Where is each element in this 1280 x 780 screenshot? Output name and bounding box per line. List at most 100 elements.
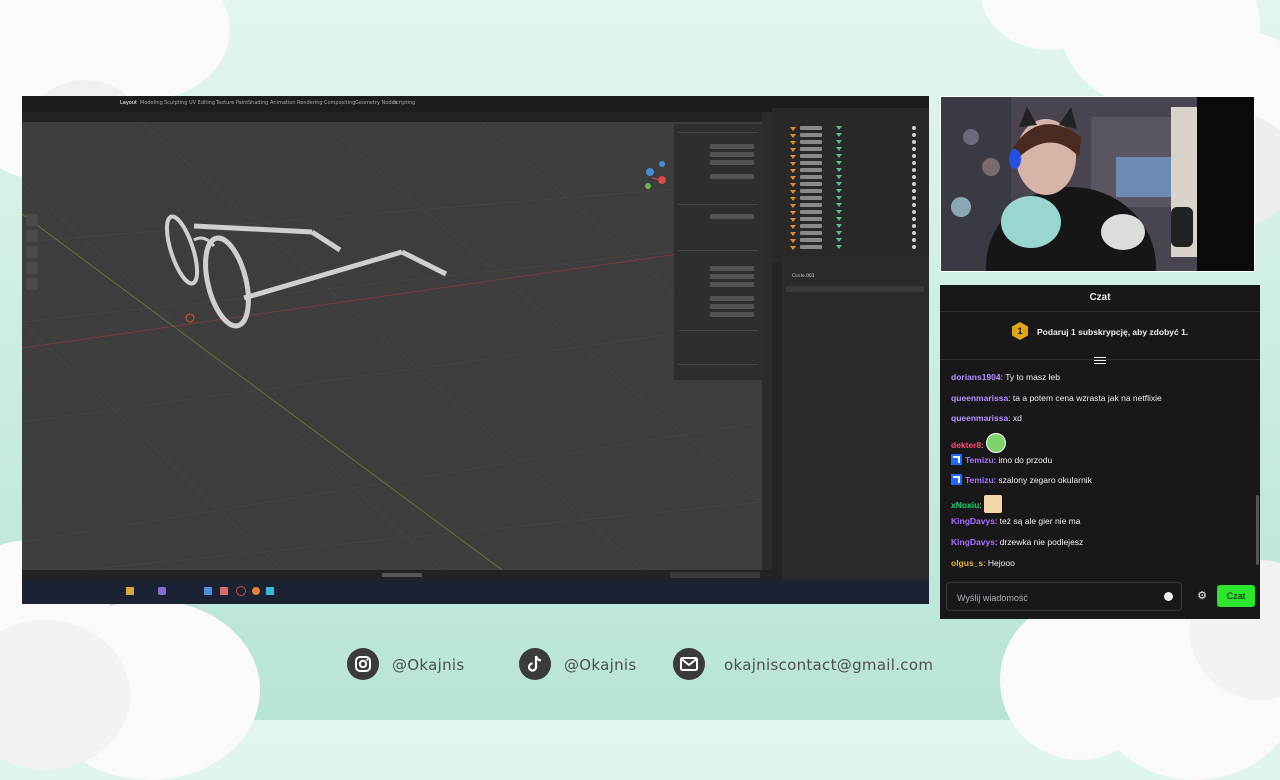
- outliner-row[interactable]: [782, 231, 922, 237]
- add-modifier-button[interactable]: [786, 286, 924, 292]
- chat-text: drzewka nie podlejesz: [999, 537, 1084, 547]
- send-chat-button[interactable]: Czat: [1217, 585, 1255, 607]
- gift-badge-icon: 1: [1012, 322, 1028, 340]
- eye-icon: [912, 133, 916, 137]
- eye-icon: [912, 203, 916, 207]
- outliner-row[interactable]: [782, 140, 922, 146]
- chat-message: queenmarissa: ta a potem cena wzrasta ja…: [951, 393, 1162, 403]
- eye-icon: [912, 154, 916, 158]
- 3d-viewport[interactable]: [22, 121, 763, 571]
- outliner-row[interactable]: [782, 189, 922, 195]
- eye-icon: [912, 168, 916, 172]
- chat-text: imo do przodu: [998, 455, 1053, 465]
- mail-icon: [673, 648, 705, 680]
- outliner-row[interactable]: [782, 168, 922, 174]
- tab-texture-paint[interactable]: Texture Paint: [216, 100, 248, 106]
- chat-message: Temizu: imo do przodu: [951, 454, 1052, 466]
- scale-tool-icon[interactable]: [26, 278, 38, 290]
- outliner-row[interactable]: [782, 161, 922, 167]
- tab-geometry-nodes[interactable]: Geometry Nodes: [355, 100, 397, 106]
- tab-scripting[interactable]: Scripting: [393, 100, 415, 106]
- emote-picker-icon[interactable]: [1164, 592, 1173, 601]
- chat-username[interactable]: dorians1904: [951, 372, 1001, 382]
- folder-icon[interactable]: [126, 587, 134, 595]
- chat-username[interactable]: Temizu: [965, 475, 994, 485]
- chat-message: KingDavys: też są ale gier nie ma: [951, 516, 1081, 526]
- app-icon[interactable]: [220, 587, 228, 595]
- outliner-row[interactable]: [782, 182, 922, 188]
- select-tool-icon[interactable]: [26, 214, 38, 226]
- email-address: okajniscontact@gmail.com: [724, 656, 934, 674]
- tab-modeling[interactable]: Modeling: [140, 100, 163, 106]
- outliner-panel: [772, 108, 929, 258]
- app-icon[interactable]: [236, 586, 246, 596]
- tiktok-icon: [519, 648, 551, 680]
- outliner-row[interactable]: [782, 203, 922, 209]
- chat-message: queenmarissa: xd: [951, 413, 1022, 423]
- chat-username[interactable]: KingDavys: [951, 516, 995, 526]
- chat-username[interactable]: dekter8: [951, 440, 981, 450]
- chat-message: olgus_s: Hejooo: [951, 558, 1015, 568]
- cursor-tool-icon[interactable]: [26, 230, 38, 242]
- eye-icon: [912, 147, 916, 151]
- chat-username[interactable]: queenmarissa: [951, 413, 1008, 423]
- chat-text: ta a potem cena wzrasta jak na netflixie: [1012, 393, 1162, 403]
- outliner-row[interactable]: [782, 154, 922, 160]
- tab-uv-editing[interactable]: UV Editing: [189, 100, 215, 106]
- object-name-label: Circle.001: [792, 274, 815, 279]
- eye-icon: [912, 238, 916, 242]
- chat-input[interactable]: [955, 589, 1159, 606]
- eye-icon: [912, 126, 916, 130]
- outliner-row[interactable]: [782, 126, 922, 132]
- eye-icon: [912, 175, 916, 179]
- outliner-row[interactable]: [782, 175, 922, 181]
- chat-username[interactable]: xNoxiu: [951, 500, 979, 510]
- move-tool-icon[interactable]: [26, 246, 38, 258]
- chat-username[interactable]: olgus_s: [951, 558, 983, 568]
- chat-text: xd: [1012, 413, 1022, 423]
- chat-menu-icon[interactable]: [1094, 355, 1106, 364]
- chat-message: Temizu: szalony zegaro okularnik: [951, 474, 1092, 486]
- outliner-row[interactable]: [782, 238, 922, 244]
- anime-emote-icon: [984, 495, 1003, 513]
- app-icon[interactable]: [266, 587, 274, 595]
- eye-icon: [912, 196, 916, 200]
- chat-username[interactable]: KingDavys: [951, 537, 995, 547]
- chat-username[interactable]: Temizu: [965, 455, 994, 465]
- webcam-image: [941, 97, 1254, 271]
- tab-layout[interactable]: Layout: [120, 100, 137, 106]
- chat-panel: Czat 1 Podaruj 1 subskrypcję, aby zdobyć…: [940, 285, 1260, 619]
- gear-icon[interactable]: ⚙: [1196, 590, 1208, 602]
- chat-input-box[interactable]: [946, 582, 1182, 611]
- outliner-row[interactable]: [782, 217, 922, 223]
- viewport-header: [22, 112, 762, 122]
- outliner-row[interactable]: [782, 147, 922, 153]
- outliner-row[interactable]: [782, 224, 922, 230]
- eye-icon: [912, 231, 916, 235]
- instagram-icon: [347, 648, 379, 680]
- tab-rendering[interactable]: Rendering: [297, 100, 323, 106]
- blender-icon[interactable]: [252, 587, 260, 595]
- chat-message: dekter8:: [951, 433, 1006, 453]
- properties-panel: Circle.001: [772, 262, 929, 580]
- rotate-tool-icon[interactable]: [26, 262, 38, 274]
- chat-username[interactable]: queenmarissa: [951, 393, 1008, 403]
- gift-sub-banner[interactable]: Podaruj 1 subskrypcję, aby zdobyć 1.: [1037, 327, 1188, 337]
- chat-scrollbar[interactable]: [1256, 495, 1259, 565]
- tab-sculpting[interactable]: Sculpting: [164, 100, 187, 106]
- tab-animation[interactable]: Animation: [270, 100, 296, 106]
- app-icon[interactable]: [158, 587, 166, 595]
- tab-shading[interactable]: Shading: [248, 100, 268, 106]
- viewport-scene: [22, 121, 763, 571]
- chat-text: też są ale gier nie ma: [999, 516, 1081, 526]
- outliner-row[interactable]: [782, 133, 922, 139]
- outliner-row[interactable]: [782, 210, 922, 216]
- timeline-bar: [22, 570, 772, 580]
- eye-icon: [912, 182, 916, 186]
- app-icon[interactable]: [204, 587, 212, 595]
- blender-window: Layout Modeling Sculpting UV Editing Tex…: [22, 96, 929, 604]
- prime-badge-icon: [951, 454, 962, 465]
- outliner-row[interactable]: [782, 196, 922, 202]
- tab-compositing[interactable]: Compositing: [324, 100, 355, 106]
- outliner-row[interactable]: [782, 245, 922, 251]
